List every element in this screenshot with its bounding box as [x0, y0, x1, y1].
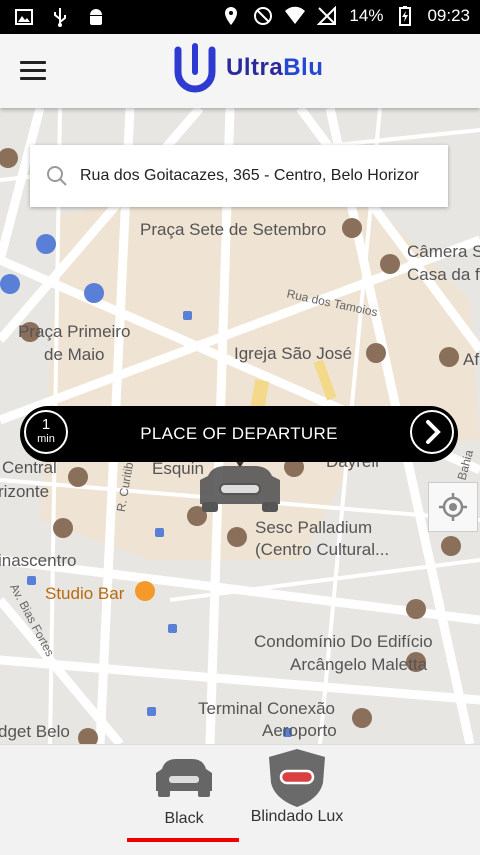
crosshair-icon	[439, 493, 467, 521]
status-bar: 14% 09:23	[0, 0, 480, 34]
map-label: Terminal Conexão	[198, 699, 336, 718]
armored-shield-icon	[269, 749, 325, 807]
vehicle-label: Blindado Lux	[250, 808, 344, 825]
map-label: Praça Primeiro	[18, 322, 131, 341]
map-label: Sesc Palladium	[255, 518, 373, 537]
usb-icon	[54, 8, 66, 27]
search-icon	[47, 166, 67, 186]
map-label: rizonte	[0, 482, 50, 501]
ultrablu-logo-icon	[174, 43, 216, 93]
vehicle-option-black[interactable]: Black	[140, 751, 228, 828]
chevron-right-icon	[426, 420, 441, 444]
location-icon	[225, 7, 238, 25]
vehicle-label: Black	[164, 810, 204, 827]
my-location-button[interactable]	[428, 482, 478, 532]
vehicle-selector: Black Blindado Lux	[0, 744, 480, 855]
do-not-disturb-icon	[254, 7, 273, 25]
wifi-icon	[285, 6, 306, 24]
battery-charging-icon	[399, 6, 412, 26]
map-label: dget Belo	[0, 722, 70, 741]
map-label: inascentro	[0, 551, 77, 570]
sedan-car-icon	[156, 759, 212, 797]
map-label: (Centro Cultural...	[255, 540, 390, 559]
vehicle-option-blindado-lux[interactable]: Blindado Lux	[240, 749, 354, 826]
pickup-search-box[interactable]: Rua dos Goitacazes, 365 - Centro, Belo H…	[30, 145, 448, 207]
map-label: Studio Bar	[45, 584, 125, 603]
battery-percent: 14%	[349, 6, 384, 25]
map-label: Casa da f	[407, 265, 480, 284]
brand-name: UltraBlu	[226, 54, 324, 81]
car-marker-icon	[200, 458, 280, 512]
brand-logo: UltraBlu	[172, 42, 323, 94]
map-label: Câmera S	[407, 242, 480, 261]
map-label: Praça Sete de Setembro	[140, 220, 327, 239]
map-label: Aeroporto	[262, 721, 337, 740]
image-icon	[15, 9, 33, 25]
app-bar: UltraBlu	[0, 34, 480, 108]
menu-icon[interactable]	[20, 61, 46, 81]
departure-title: PLACE OF DEPARTURE	[140, 424, 338, 443]
map-label: de Maio	[44, 345, 105, 364]
map-label: Condomínio Do Edifício	[254, 632, 433, 651]
confirm-departure-button[interactable]	[410, 410, 454, 454]
clock: 09:23	[427, 6, 470, 25]
selected-vehicle-indicator	[127, 838, 239, 842]
no-signal-icon	[317, 6, 337, 25]
map-label: Igreja São José	[234, 344, 353, 363]
android-icon	[90, 9, 102, 25]
pickup-address: Rua dos Goitacazes, 365 - Centro, Belo H…	[80, 167, 419, 184]
map-label: Af	[463, 350, 480, 369]
map-label: Arcângelo Maletta	[290, 655, 428, 674]
place-of-departure-bar[interactable]: 1 min PLACE OF DEPARTURE	[20, 406, 458, 462]
